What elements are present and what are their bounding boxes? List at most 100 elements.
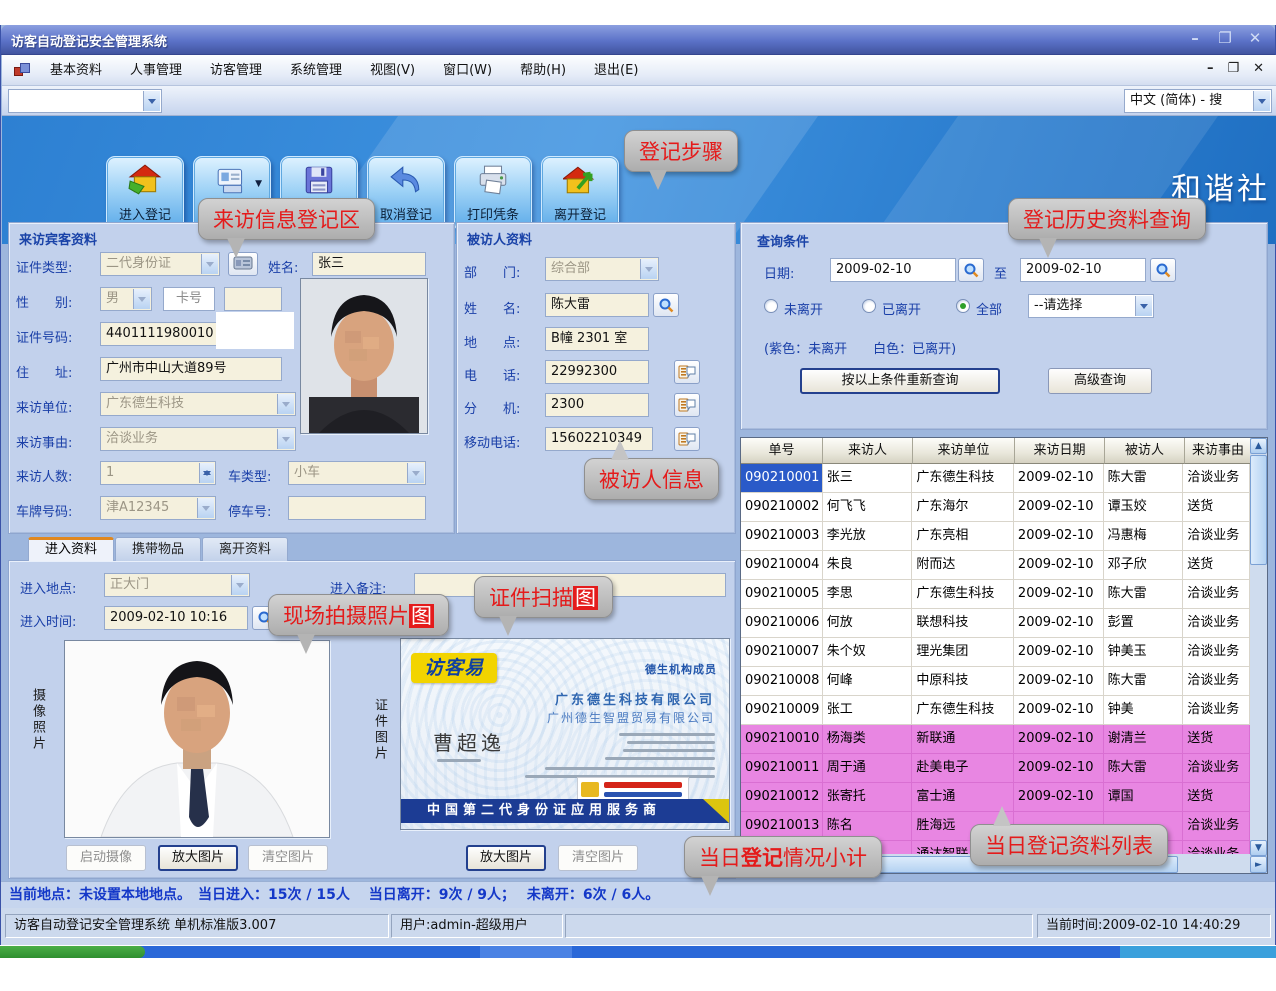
chevron-down-icon[interactable] xyxy=(143,91,160,111)
tab-进入资料[interactable]: 进入资料 xyxy=(28,537,114,561)
table-cell[interactable]: 送货 xyxy=(1183,725,1250,754)
table-cell[interactable]: 何放 xyxy=(823,609,913,638)
menu-item[interactable]: 退出(E) xyxy=(580,55,652,85)
start-button-fragment[interactable] xyxy=(0,946,145,958)
table-cell[interactable]: 090210004 xyxy=(741,551,823,580)
table-cell[interactable]: 谢清兰 xyxy=(1104,725,1184,754)
minimize-icon[interactable]: – xyxy=(1185,29,1205,47)
table-cell[interactable]: 何飞飞 xyxy=(823,493,913,522)
table-cell[interactable]: 广东德生科技 xyxy=(912,464,1014,493)
cert-type-combo[interactable]: 二代身份证 xyxy=(100,252,220,276)
toolbar-button-enter-register[interactable]: 进入登记 xyxy=(106,156,184,232)
table-cell[interactable]: 张寄托 xyxy=(823,783,913,812)
table-cell[interactable]: 冯惠梅 xyxy=(1104,522,1184,551)
vehicle-type-combo[interactable]: 小车 xyxy=(288,461,426,485)
company-combo[interactable]: 广东德生科技 xyxy=(100,392,296,416)
table-cell[interactable]: 新联通 xyxy=(912,725,1014,754)
启动摄像-button[interactable]: 启动摄像 xyxy=(66,845,146,871)
menu-item[interactable]: 窗口(W) xyxy=(429,55,506,85)
close-icon[interactable]: ✕ xyxy=(1245,29,1265,47)
table-cell[interactable]: 赴美电子 xyxy=(912,754,1014,783)
scrollbar-thumb[interactable] xyxy=(1250,455,1267,565)
reason-combo[interactable]: 洽谈业务 xyxy=(100,427,296,451)
table-cell[interactable]: 2009-02-10 xyxy=(1014,667,1104,696)
table-cell[interactable]: 朱个奴 xyxy=(823,638,913,667)
table-cell[interactable]: 090210006 xyxy=(741,609,823,638)
table-cell[interactable]: 理光集团 xyxy=(912,638,1014,667)
table-cell[interactable]: 2009-02-10 xyxy=(1014,638,1104,667)
table-row[interactable]: 090210005李思广东德生科技2009-02-10陈大雷洽谈业务 xyxy=(741,580,1250,609)
table-cell[interactable]: 钟美 xyxy=(1104,696,1184,725)
table-cell[interactable]: 洽谈业务 xyxy=(1183,812,1250,841)
chevron-down-icon[interactable] xyxy=(197,498,214,518)
chevron-down-icon[interactable] xyxy=(201,254,218,274)
chevron-down-icon[interactable] xyxy=(133,289,150,309)
table-cell[interactable]: 2009-02-10 xyxy=(1014,493,1104,522)
ext-field[interactable]: 2300 xyxy=(545,393,649,417)
mdi-close-icon[interactable]: ✕ xyxy=(1253,61,1264,76)
column-header-来访日期[interactable]: 来访日期 xyxy=(1015,438,1105,464)
table-cell[interactable]: 2009-02-10 xyxy=(1014,725,1104,754)
table-cell[interactable]: 广东德生科技 xyxy=(912,696,1014,725)
column-header-来访单位[interactable]: 来访单位 xyxy=(913,438,1015,464)
table-cell[interactable]: 朱良 xyxy=(823,551,913,580)
toolbar-button-leave-register[interactable]: 离开登记 xyxy=(541,156,619,232)
vertical-scrollbar[interactable]: ▲ ▼ xyxy=(1250,438,1267,856)
location-field[interactable]: B幢 2301 室 xyxy=(545,327,649,351)
table-cell[interactable]: 送货 xyxy=(1183,493,1250,522)
tab-离开资料[interactable]: 离开资料 xyxy=(202,537,288,561)
table-cell[interactable]: 2009-02-10 xyxy=(1014,609,1104,638)
table-cell[interactable]: 李光放 xyxy=(823,522,913,551)
date-to-field[interactable]: 2009-02-10 xyxy=(1020,258,1146,282)
mdi-restore-icon[interactable]: ❐ xyxy=(1227,61,1239,76)
table-cell[interactable]: 钟美玉 xyxy=(1104,638,1184,667)
chevron-down-icon[interactable] xyxy=(640,259,657,279)
notify-mobile-button[interactable] xyxy=(674,427,700,451)
column-header-来访事由[interactable]: 来访事由 xyxy=(1185,438,1252,464)
spinner-arrows-icon[interactable] xyxy=(199,463,214,483)
table-cell[interactable]: 邓子欣 xyxy=(1104,551,1184,580)
table-cell[interactable]: 陈大雷 xyxy=(1104,667,1184,696)
notify-phone-button[interactable] xyxy=(674,360,700,384)
mdi-minimize-icon[interactable]: – xyxy=(1207,61,1214,76)
table-cell[interactable]: 彭置 xyxy=(1104,609,1184,638)
table-row[interactable]: 090210007朱个奴理光集团2009-02-10钟美玉洽谈业务 xyxy=(741,638,1250,667)
table-cell[interactable]: 周于通 xyxy=(823,754,913,783)
table-cell[interactable]: 陈大雷 xyxy=(1104,754,1184,783)
chevron-down-icon[interactable] xyxy=(1135,296,1152,316)
tab-携带物品[interactable]: 携带物品 xyxy=(115,537,201,561)
table-cell[interactable]: 洽谈业务 xyxy=(1183,841,1250,854)
table-cell[interactable]: 杨海类 xyxy=(823,725,913,754)
menu-item[interactable]: 人事管理 xyxy=(116,55,196,85)
table-cell[interactable]: 洽谈业务 xyxy=(1183,667,1250,696)
host-name-field[interactable]: 陈大雷 xyxy=(545,293,649,317)
table-cell[interactable]: 附而达 xyxy=(912,551,1014,580)
entry-time-field[interactable]: 2009-02-10 10:16 xyxy=(104,606,248,630)
scroll-down-icon[interactable]: ▼ xyxy=(1250,840,1267,856)
chevron-down-icon[interactable] xyxy=(277,429,294,449)
menu-item[interactable]: 帮助(H) xyxy=(506,55,580,85)
column-header-被访人[interactable]: 被访人 xyxy=(1105,438,1185,464)
table-cell[interactable]: 谭玉姣 xyxy=(1104,493,1184,522)
table-row[interactable]: 090210008何峰中原科技2009-02-10陈大雷洽谈业务 xyxy=(741,667,1250,696)
toolbar-button-cancel-register[interactable]: 取消登记 xyxy=(367,156,445,232)
table-cell[interactable]: 谭国 xyxy=(1104,783,1184,812)
table-cell[interactable]: 090210002 xyxy=(741,493,823,522)
count-stepper[interactable]: 1 xyxy=(100,461,216,485)
table-cell[interactable]: 090210001 xyxy=(741,464,823,493)
table-cell[interactable]: 090210003 xyxy=(741,522,823,551)
table-cell[interactable]: 何峰 xyxy=(823,667,913,696)
quick-combo[interactable] xyxy=(8,89,162,113)
table-cell[interactable]: 李思 xyxy=(823,580,913,609)
table-cell[interactable]: 洽谈业务 xyxy=(1183,609,1250,638)
table-cell[interactable]: 090210011 xyxy=(741,754,823,783)
status-filter-combo[interactable]: --请选择 xyxy=(1028,294,1154,318)
清空图片-button[interactable]: 清空图片 xyxy=(558,845,638,871)
table-cell[interactable]: 090210010 xyxy=(741,725,823,754)
address-field[interactable]: 广州市中山大道89号 xyxy=(100,357,282,381)
chevron-down-icon[interactable] xyxy=(1253,91,1270,111)
menu-item[interactable]: 基本资料 xyxy=(36,55,116,85)
table-cell[interactable]: 送货 xyxy=(1183,783,1250,812)
table-cell[interactable]: 中原科技 xyxy=(912,667,1014,696)
chevron-down-icon[interactable] xyxy=(231,575,248,595)
